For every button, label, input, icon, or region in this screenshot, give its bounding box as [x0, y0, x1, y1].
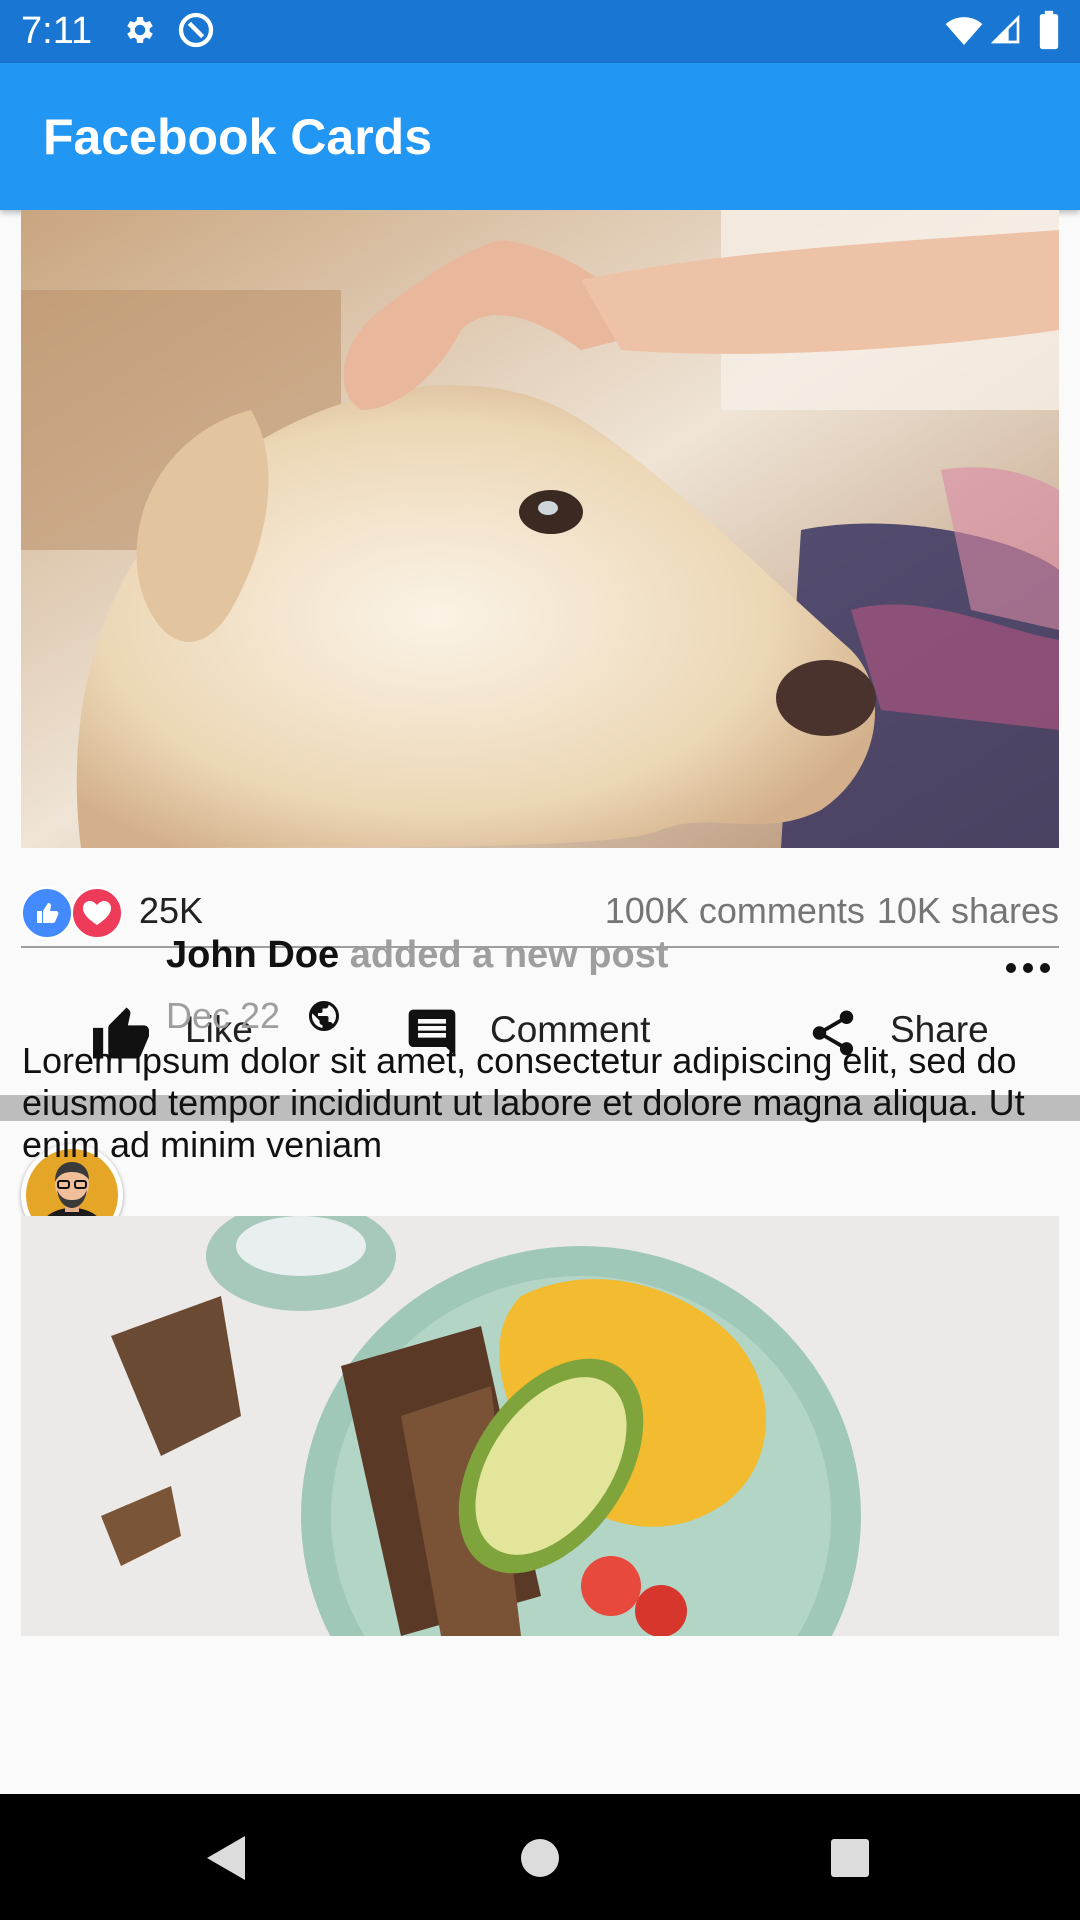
wifi-icon [945, 17, 983, 45]
status-bar: 7:11 [0, 0, 1080, 63]
post-header: John Doe added a new post [166, 932, 669, 978]
dog-photo-illustration [21, 210, 1059, 848]
battery-icon [1039, 10, 1059, 50]
dog-photo[interactable] [21, 210, 1059, 848]
settings-gear-icon [127, 16, 153, 44]
home-icon[interactable] [520, 1838, 560, 1878]
like-reaction-icon [21, 887, 73, 939]
author-name[interactable]: John Doe [166, 934, 339, 976]
post-body-text: Lorem ipsum dolor sit amet, consectetur … [22, 1040, 1025, 1165]
post-action-text: added a new post [349, 934, 669, 976]
globe-icon [309, 1001, 340, 1031]
post-date[interactable]: Dec 22 [166, 995, 280, 1036]
back-icon[interactable] [205, 1834, 247, 1882]
app-title: Facebook Cards [43, 109, 433, 165]
recents-icon[interactable] [830, 1838, 870, 1878]
feed[interactable]: 25K 100K comments 10K shares Like Comment… [0, 210, 1080, 1794]
love-reaction-icon [71, 887, 123, 939]
comment-count[interactable]: 100K comments [605, 890, 865, 931]
more-horizontal-icon[interactable] [1004, 955, 1052, 981]
food-photo-illustration [21, 1201, 1059, 1786]
share-count[interactable]: 10K shares [877, 890, 1059, 931]
reaction-count: 25K [139, 890, 204, 931]
breakfast-food-photo[interactable] [21, 1201, 1059, 1786]
post-meta: Dec 22 [166, 992, 340, 1038]
status-time: 7:11 [21, 10, 93, 52]
cell-signal-icon [990, 14, 1020, 44]
engagement-stats: 100K comments 10K shares [605, 889, 1059, 933]
app-bar: Facebook Cards [0, 63, 1080, 210]
system-nav-bar [0, 1794, 1080, 1920]
data-saver-icon [178, 12, 214, 48]
